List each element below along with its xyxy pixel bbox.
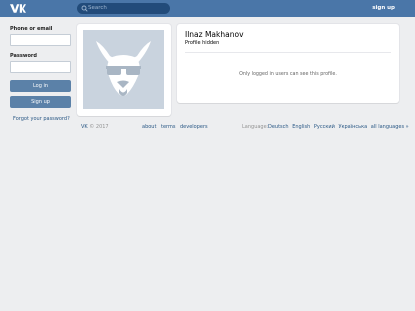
search-input[interactable] [88, 3, 168, 14]
language-link[interactable]: Русский [314, 124, 335, 130]
divider [185, 52, 391, 53]
phone-label: Phone or email [10, 26, 53, 32]
footer-link-about[interactable]: about [142, 124, 156, 131]
forgot-password-link[interactable]: Forgot your password? [13, 116, 70, 123]
footer-link-developers[interactable]: developers [180, 124, 208, 131]
search-icon [81, 5, 88, 12]
language-link[interactable]: Deutsch [268, 124, 289, 130]
signup-button[interactable]: Sign up [10, 96, 71, 108]
vk-logo-icon[interactable] [10, 3, 26, 14]
footer-brand-link[interactable]: VK [81, 124, 88, 130]
dog-avatar-icon [96, 41, 151, 96]
password-label: Password [10, 53, 37, 59]
search-box[interactable] [77, 3, 170, 14]
hidden-profile-message: Only logged in users can see this profil… [239, 72, 337, 77]
profile-info-card: Ilnaz Makhanov Profile hidden Only logge… [177, 24, 399, 103]
language-link[interactable]: English [292, 124, 310, 130]
all-languages-link[interactable]: all languages » [371, 124, 409, 130]
avatar[interactable] [83, 30, 164, 109]
signup-link[interactable]: sign up [372, 4, 395, 13]
language-label: Language: [242, 124, 269, 130]
copyright: VK © 2017 [81, 124, 109, 131]
footer-link-terms[interactable]: terms [161, 124, 175, 131]
login-button[interactable]: Log in [10, 80, 71, 92]
language-link[interactable]: Українська [338, 124, 367, 130]
password-field[interactable] [10, 61, 71, 73]
login-form: Phone or email Password Log in Sign up [10, 26, 71, 108]
top-bar: sign up [0, 0, 415, 17]
profile-name: Ilnaz Makhanov [185, 30, 244, 39]
copyright-text: © 2017 [89, 124, 109, 130]
language-list: Deutsch English Русский Українська all l… [268, 124, 411, 131]
profile-status: Profile hidden [185, 40, 220, 46]
phone-field[interactable] [10, 34, 71, 46]
profile-photo-card [77, 24, 171, 116]
